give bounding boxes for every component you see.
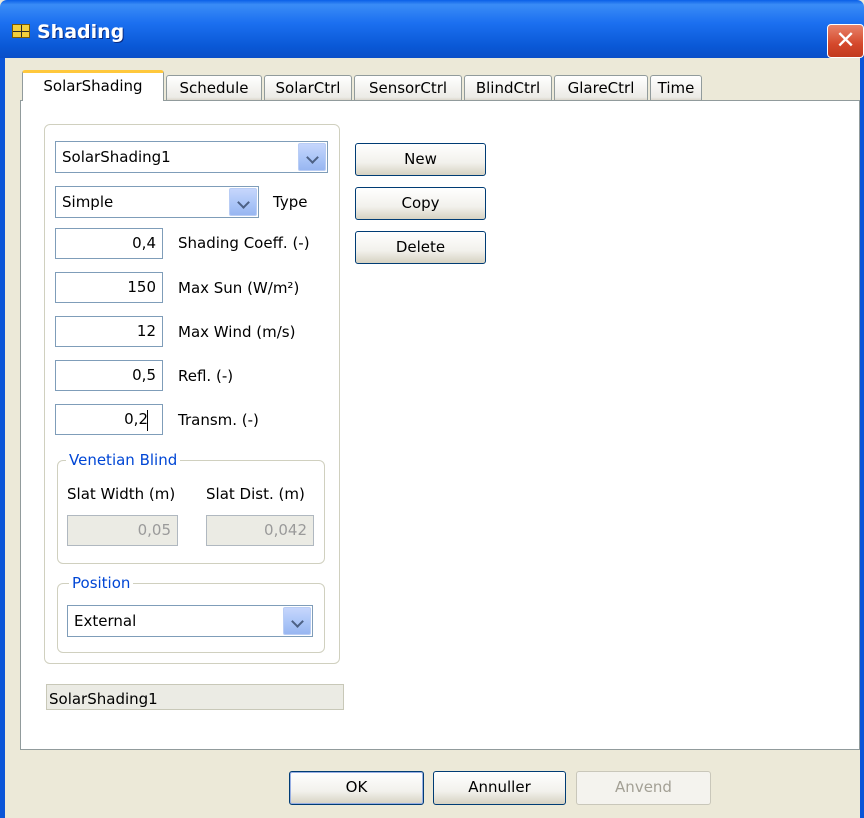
slat-width-label: Slat Width (m) xyxy=(67,485,176,503)
chevron-down-icon[interactable] xyxy=(283,607,311,635)
shading-select-value: SolarShading1 xyxy=(62,148,171,166)
copy-button[interactable]: Copy xyxy=(355,187,486,220)
chevron-down-icon[interactable] xyxy=(298,143,326,171)
venetian-blind-title: Venetian Blind xyxy=(66,451,181,469)
delete-button[interactable]: Delete xyxy=(355,231,486,264)
type-select[interactable]: Simple xyxy=(55,186,259,218)
tab-solarshading[interactable]: SolarShading xyxy=(22,70,164,101)
type-select-value: Simple xyxy=(62,193,114,211)
position-title: Position xyxy=(69,574,134,592)
cancel-button[interactable]: Annuller xyxy=(433,771,566,805)
tab-blindctrl[interactable]: BlindCtrl xyxy=(464,75,552,101)
tab-solarctrl[interactable]: SolarCtrl xyxy=(264,75,352,101)
slat-width-input[interactable]: 0,05 xyxy=(67,515,178,546)
shading-coeff-input[interactable]: 0,4 xyxy=(55,228,163,259)
window-frame-right xyxy=(860,58,864,818)
type-label: Type xyxy=(273,193,308,211)
position-select[interactable]: External xyxy=(67,605,313,637)
window-title: Shading xyxy=(37,21,125,43)
tab-glarectrl[interactable]: GlareCtrl xyxy=(554,75,648,101)
slat-dist-label: Slat Dist. (m) xyxy=(206,485,305,503)
chevron-down-icon[interactable] xyxy=(229,188,257,216)
text-caret xyxy=(147,410,148,431)
close-button[interactable]: ✕ xyxy=(827,24,864,58)
title-bar[interactable]: Shading ✕ xyxy=(0,0,864,58)
venetian-blind-group xyxy=(57,460,325,564)
transm-label: Transm. (-) xyxy=(178,411,259,429)
window-frame-left xyxy=(0,58,5,818)
refl-input[interactable]: 0,5 xyxy=(55,360,163,391)
position-select-value: External xyxy=(74,612,137,630)
app-icon xyxy=(12,24,30,38)
tab-schedule[interactable]: Schedule xyxy=(166,75,262,101)
ok-button[interactable]: OK xyxy=(289,771,424,805)
new-button[interactable]: New xyxy=(355,143,486,176)
apply-button[interactable]: Anvend xyxy=(576,771,711,805)
shading-select[interactable]: SolarShading1 xyxy=(55,141,328,173)
max-sun-input[interactable]: 150 xyxy=(55,272,163,303)
max-sun-label: Max Sun (W/m²) xyxy=(178,279,300,297)
shading-coeff-label: Shading Coeff. (-) xyxy=(178,234,310,252)
tab-sensorctrl[interactable]: SensorCtrl xyxy=(354,75,462,101)
max-wind-input[interactable]: 12 xyxy=(55,316,163,347)
max-wind-label: Max Wind (m/s) xyxy=(178,323,296,341)
slat-dist-input[interactable]: 0,042 xyxy=(206,515,314,546)
status-field: SolarShading1 xyxy=(46,684,344,710)
tab-time[interactable]: Time xyxy=(650,75,702,101)
refl-label: Refl. (-) xyxy=(178,367,234,385)
